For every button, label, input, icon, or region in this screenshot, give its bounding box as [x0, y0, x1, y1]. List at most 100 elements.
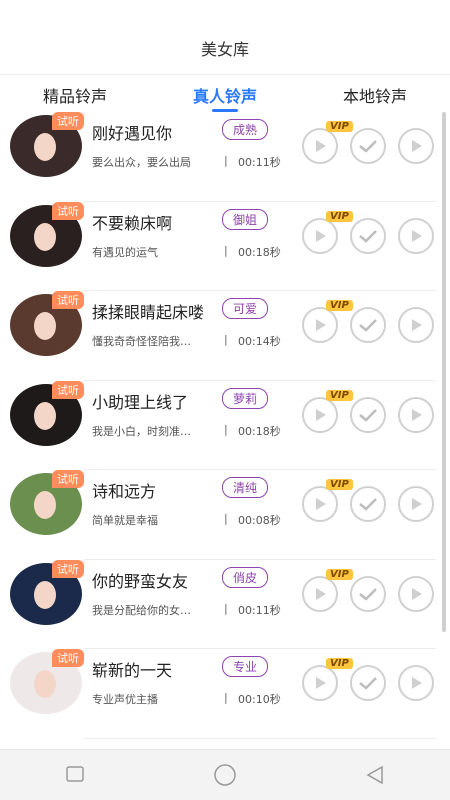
play-button[interactable]: [398, 396, 434, 433]
ringtone-name: 揉揉眼睛起床喽: [92, 303, 205, 322]
ringtone-duration: 00:18秒: [238, 424, 281, 438]
tab-premium-ringtones[interactable]: 精品铃声: [0, 75, 150, 115]
select-button[interactable]: [350, 575, 386, 612]
separator: |: [224, 243, 228, 257]
tab-real-voice-ringtones[interactable]: 真人铃声: [150, 75, 300, 115]
trial-badge[interactable]: 试听: [52, 559, 84, 578]
list-item[interactable]: 试听 刚好遇见你 成熟 要么出众，要么出局 | 00:11秒 VIP: [0, 112, 446, 202]
tab-local-ringtones[interactable]: 本地铃声: [300, 75, 450, 115]
check-icon: [359, 587, 377, 601]
play-icon: [316, 498, 326, 510]
select-button[interactable]: [350, 307, 386, 343]
play-button[interactable]: [398, 128, 434, 164]
ringtone-duration: 00:18秒: [238, 245, 281, 259]
voice-style-tag: 御姐: [222, 208, 269, 230]
play-button[interactable]: [398, 665, 434, 701]
check-icon: [359, 229, 377, 243]
voice-style-tag: 专业: [222, 656, 269, 677]
ringtone-list[interactable]: 试听 刚好遇见你 成熟 要么出众，要么出局 | 00:11秒 VIP 试听 不要…: [0, 112, 446, 750]
list-item[interactable]: 试听 诗和远方 清纯 简单就是幸福 | 00:08秒 VIP: [0, 470, 446, 560]
title-bar: 美女库: [0, 0, 450, 75]
ringtone-duration: 00:10秒: [238, 693, 281, 706]
scrollbar[interactable]: [442, 112, 446, 632]
voice-style-tag: 可爱: [222, 298, 269, 319]
square-icon: [66, 766, 84, 782]
select-button[interactable]: [350, 217, 386, 254]
ringtone-description: 我是分配给你的女…: [92, 603, 191, 617]
play-icon: [412, 319, 422, 331]
voice-style-tag: 清纯: [222, 477, 269, 498]
play-icon: [412, 498, 422, 510]
play-button[interactable]: [398, 217, 434, 254]
play-button[interactable]: [398, 575, 434, 612]
vip-badge: VIP: [326, 658, 353, 669]
separator: |: [224, 601, 228, 615]
vip-play-button[interactable]: [302, 307, 338, 343]
select-button[interactable]: [350, 665, 386, 701]
row-divider: [84, 737, 436, 739]
ringtone-description: 懂我奇奇怪怪陪我…: [92, 335, 191, 348]
list-item[interactable]: 试听 不要赖床啊 御姐 有遇见的运气 | 00:18秒 VIP: [0, 201, 446, 291]
app-screen: 美女库 精品铃声 真人铃声 本地铃声 试听 刚好遇见你 成熟 要么出众，要么出局…: [0, 0, 450, 800]
list-item[interactable]: 试听 揉揉眼睛起床喽 可爱 懂我奇奇怪怪陪我… | 00:14秒 VIP: [0, 291, 446, 381]
trial-badge[interactable]: 试听: [52, 470, 84, 488]
circle-icon: [214, 764, 236, 786]
check-icon: [359, 677, 377, 690]
ringtone-description: 我是小白，时刻准…: [92, 424, 191, 438]
voice-style-tag: 萝莉: [222, 387, 269, 409]
vip-play-button[interactable]: [302, 575, 338, 612]
check-icon: [359, 319, 377, 332]
check-icon: [359, 408, 377, 422]
trial-badge[interactable]: 试听: [52, 291, 84, 309]
vip-badge: VIP: [326, 121, 353, 132]
ringtone-name: 崭新的一天: [92, 661, 173, 680]
check-icon: [359, 140, 377, 153]
ringtone-name: 小助理上线了: [92, 392, 189, 412]
play-icon: [412, 408, 422, 421]
play-icon: [316, 677, 326, 689]
vip-badge: VIP: [326, 210, 353, 222]
vip-badge: VIP: [326, 568, 353, 580]
triangle-back-icon: [366, 765, 383, 785]
play-icon: [412, 229, 422, 242]
select-button[interactable]: [350, 396, 386, 433]
trial-badge[interactable]: 试听: [52, 112, 84, 130]
ringtone-duration: 00:14秒: [238, 335, 281, 348]
vip-play-button[interactable]: [302, 128, 338, 164]
select-button[interactable]: [350, 486, 386, 522]
play-icon: [316, 587, 326, 600]
select-button[interactable]: [350, 128, 386, 164]
separator: |: [224, 691, 228, 704]
recent-apps-button[interactable]: [55, 755, 95, 795]
play-icon: [412, 587, 422, 600]
ringtone-duration: 00:11秒: [238, 156, 281, 169]
play-icon: [316, 319, 326, 331]
ringtone-name: 刚好遇见你: [92, 124, 173, 143]
trial-badge[interactable]: 试听: [52, 380, 84, 399]
vip-play-button[interactable]: [302, 665, 338, 701]
separator: |: [224, 512, 228, 525]
trial-badge[interactable]: 试听: [52, 201, 84, 220]
home-button[interactable]: [205, 755, 245, 795]
play-button[interactable]: [398, 486, 434, 522]
vip-play-button[interactable]: [302, 486, 338, 522]
vip-play-button[interactable]: [302, 217, 338, 254]
vip-badge: VIP: [326, 389, 353, 401]
separator: |: [224, 422, 228, 436]
voice-style-tag: 成熟: [222, 119, 269, 140]
ringtone-duration: 00:11秒: [238, 603, 281, 617]
play-icon: [412, 140, 422, 152]
ringtone-description: 专业声优主播: [92, 693, 158, 706]
play-icon: [316, 229, 326, 242]
list-item[interactable]: 试听 小助理上线了 萝莉 我是小白，时刻准… | 00:18秒 VIP: [0, 380, 446, 470]
list-item[interactable]: 试听 崭新的一天 专业 专业声优主播 | 00:10秒 VIP: [0, 649, 446, 739]
list-item[interactable]: 试听 你的野蛮女友 俏皮 我是分配给你的女… | 00:11秒 VIP: [0, 559, 446, 649]
play-button[interactable]: [398, 307, 434, 343]
trial-badge[interactable]: 试听: [52, 649, 84, 667]
vip-badge: VIP: [326, 479, 353, 490]
play-icon: [316, 140, 326, 152]
vip-play-button[interactable]: [302, 396, 338, 433]
back-button[interactable]: [355, 755, 395, 795]
separator: |: [224, 333, 228, 346]
vip-badge: VIP: [326, 300, 353, 311]
